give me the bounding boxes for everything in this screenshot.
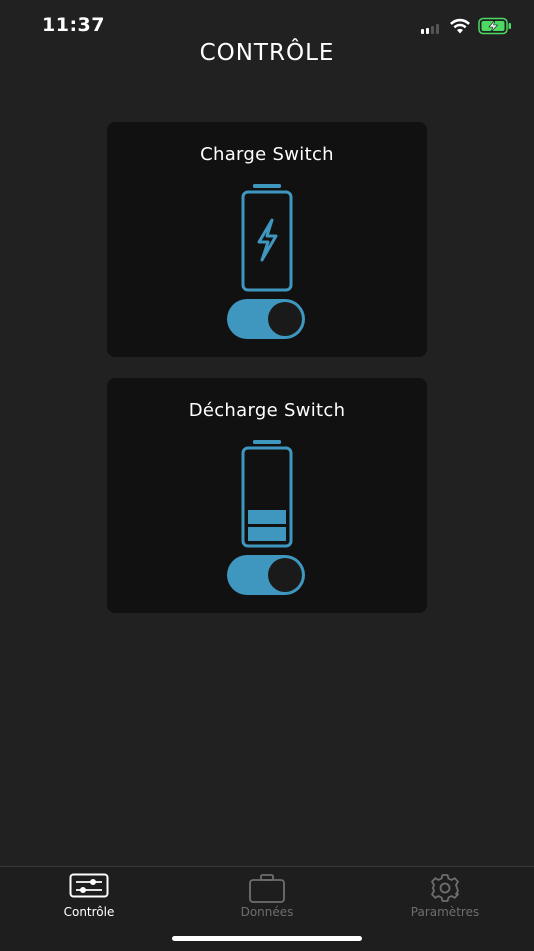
toggle-knob: [268, 558, 302, 592]
battery-charging-icon: [241, 184, 293, 292]
battery-charging-icon: [478, 17, 511, 35]
page-title: CONTRÔLE: [199, 40, 335, 66]
tab-parametres[interactable]: Paramètres: [365, 867, 525, 927]
charge-switch-card: Charge Switch: [107, 122, 427, 357]
gear-icon: [431, 874, 459, 902]
toggle-knob: [268, 302, 302, 336]
tab-label: Paramètres: [410, 905, 480, 919]
discharge-switch-card: Décharge Switch: [107, 378, 427, 613]
home-indicator[interactable]: [172, 936, 362, 941]
tab-donnees[interactable]: Données: [187, 867, 347, 927]
cellular-signal-icon: [421, 24, 443, 34]
tab-controle[interactable]: Contrôle: [9, 867, 169, 927]
wifi-icon: [450, 18, 470, 34]
status-time: 11:37: [42, 14, 105, 36]
charge-switch-toggle[interactable]: [227, 299, 305, 339]
card-title: Décharge Switch: [188, 400, 346, 421]
briefcase-icon: [249, 874, 285, 903]
card-title: Charge Switch: [200, 144, 334, 165]
tab-label: Contrôle: [63, 905, 115, 919]
battery-discharging-icon: [241, 440, 293, 548]
tab-label: Données: [240, 905, 294, 919]
sliders-icon: [69, 873, 109, 898]
discharge-switch-toggle[interactable]: [227, 555, 305, 595]
